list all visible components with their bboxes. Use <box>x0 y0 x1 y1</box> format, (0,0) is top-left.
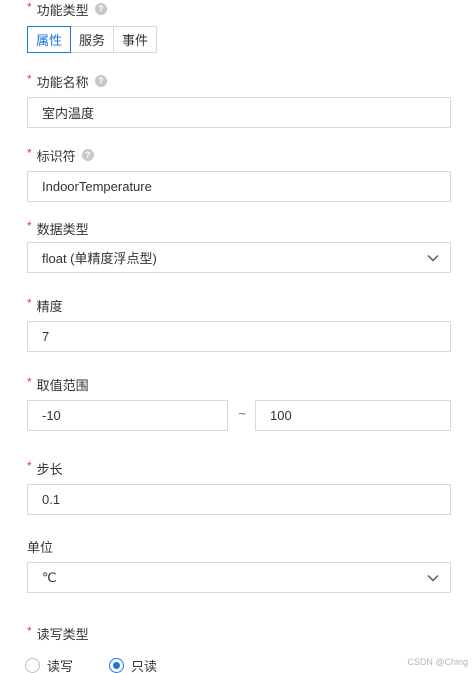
func-name-label-text: 功能名称 <box>36 74 89 90</box>
required-mark: * <box>27 459 32 473</box>
rw-type-option-readwrite[interactable]: 读写 <box>25 656 73 673</box>
unit-value: ℃ <box>42 569 57 585</box>
step-label-text: 步长 <box>36 461 63 477</box>
required-mark: * <box>27 72 32 86</box>
func-name-value: 室内温度 <box>42 106 95 121</box>
func-name-label: * 功能名称 ? <box>27 72 107 90</box>
required-mark: * <box>27 296 32 310</box>
identifier-label-text: 标识符 <box>36 148 76 164</box>
precision-label-text: 精度 <box>36 298 63 314</box>
func-type-label: * 功能类型 ? <box>27 0 107 18</box>
step-label: * 步长 <box>27 459 63 477</box>
rw-type-label: * 读写类型 <box>27 624 89 642</box>
precision-value: 7 <box>42 329 50 344</box>
watermark: CSDN @Ching <box>407 657 468 667</box>
rw-type-label-text: 读写类型 <box>36 626 89 642</box>
range-max-input[interactable]: 100 <box>255 400 451 431</box>
identifier-label: * 标识符 ? <box>27 146 94 164</box>
chevron-down-icon <box>427 254 439 261</box>
identifier-input[interactable]: IndoorTemperature <box>27 171 451 202</box>
required-mark: * <box>27 146 32 160</box>
unit-label-text: 单位 <box>27 539 54 555</box>
func-type-segmented: 属性 服务 事件 <box>27 26 158 53</box>
required-mark: * <box>27 0 32 14</box>
data-type-select[interactable]: float (单精度浮点型) <box>27 242 451 273</box>
precision-label: * 精度 <box>27 296 63 314</box>
rw-type-option-label: 读写 <box>47 659 74 673</box>
radio-checked-icon <box>109 658 125 673</box>
rw-type-radio-group: 读写 只读 <box>25 656 193 673</box>
func-type-option-service[interactable]: 服务 <box>70 26 115 53</box>
identifier-value: IndoorTemperature <box>42 179 152 194</box>
range-separator: ~ <box>238 406 246 421</box>
function-form: * 功能类型 ? 属性 服务 事件 * 功能名称 ? 室内温度 * 标识符 ? … <box>0 0 474 673</box>
unit-label: 单位 <box>27 537 53 555</box>
required-mark: * <box>27 375 32 389</box>
func-type-label-text: 功能类型 <box>36 2 89 18</box>
rw-type-option-label: 只读 <box>131 659 158 673</box>
range-min-input[interactable]: -10 <box>27 400 228 431</box>
chevron-down-icon <box>427 574 439 581</box>
step-value: 0.1 <box>42 492 61 507</box>
required-mark: * <box>27 219 32 233</box>
data-type-label: * 数据类型 <box>27 219 89 237</box>
data-type-label-text: 数据类型 <box>36 221 89 237</box>
step-input[interactable]: 0.1 <box>27 484 451 515</box>
radio-unchecked-icon <box>25 658 40 673</box>
unit-select[interactable]: ℃ <box>27 562 451 593</box>
func-type-option-property[interactable]: 属性 <box>27 26 72 53</box>
range-label-text: 取值范围 <box>36 377 89 393</box>
precision-input[interactable]: 7 <box>27 321 451 352</box>
required-mark: * <box>27 624 32 638</box>
data-type-value: float (单精度浮点型) <box>42 251 157 266</box>
help-icon[interactable]: ? <box>94 75 107 87</box>
range-label: * 取值范围 <box>27 375 89 393</box>
rw-type-option-readonly[interactable]: 只读 <box>109 656 157 673</box>
range-max-value: 100 <box>270 408 292 423</box>
help-icon[interactable]: ? <box>94 3 107 15</box>
func-type-option-event[interactable]: 事件 <box>113 26 158 53</box>
help-icon[interactable]: ? <box>81 149 94 161</box>
func-name-input[interactable]: 室内温度 <box>27 97 451 128</box>
range-min-value: -10 <box>42 408 61 423</box>
